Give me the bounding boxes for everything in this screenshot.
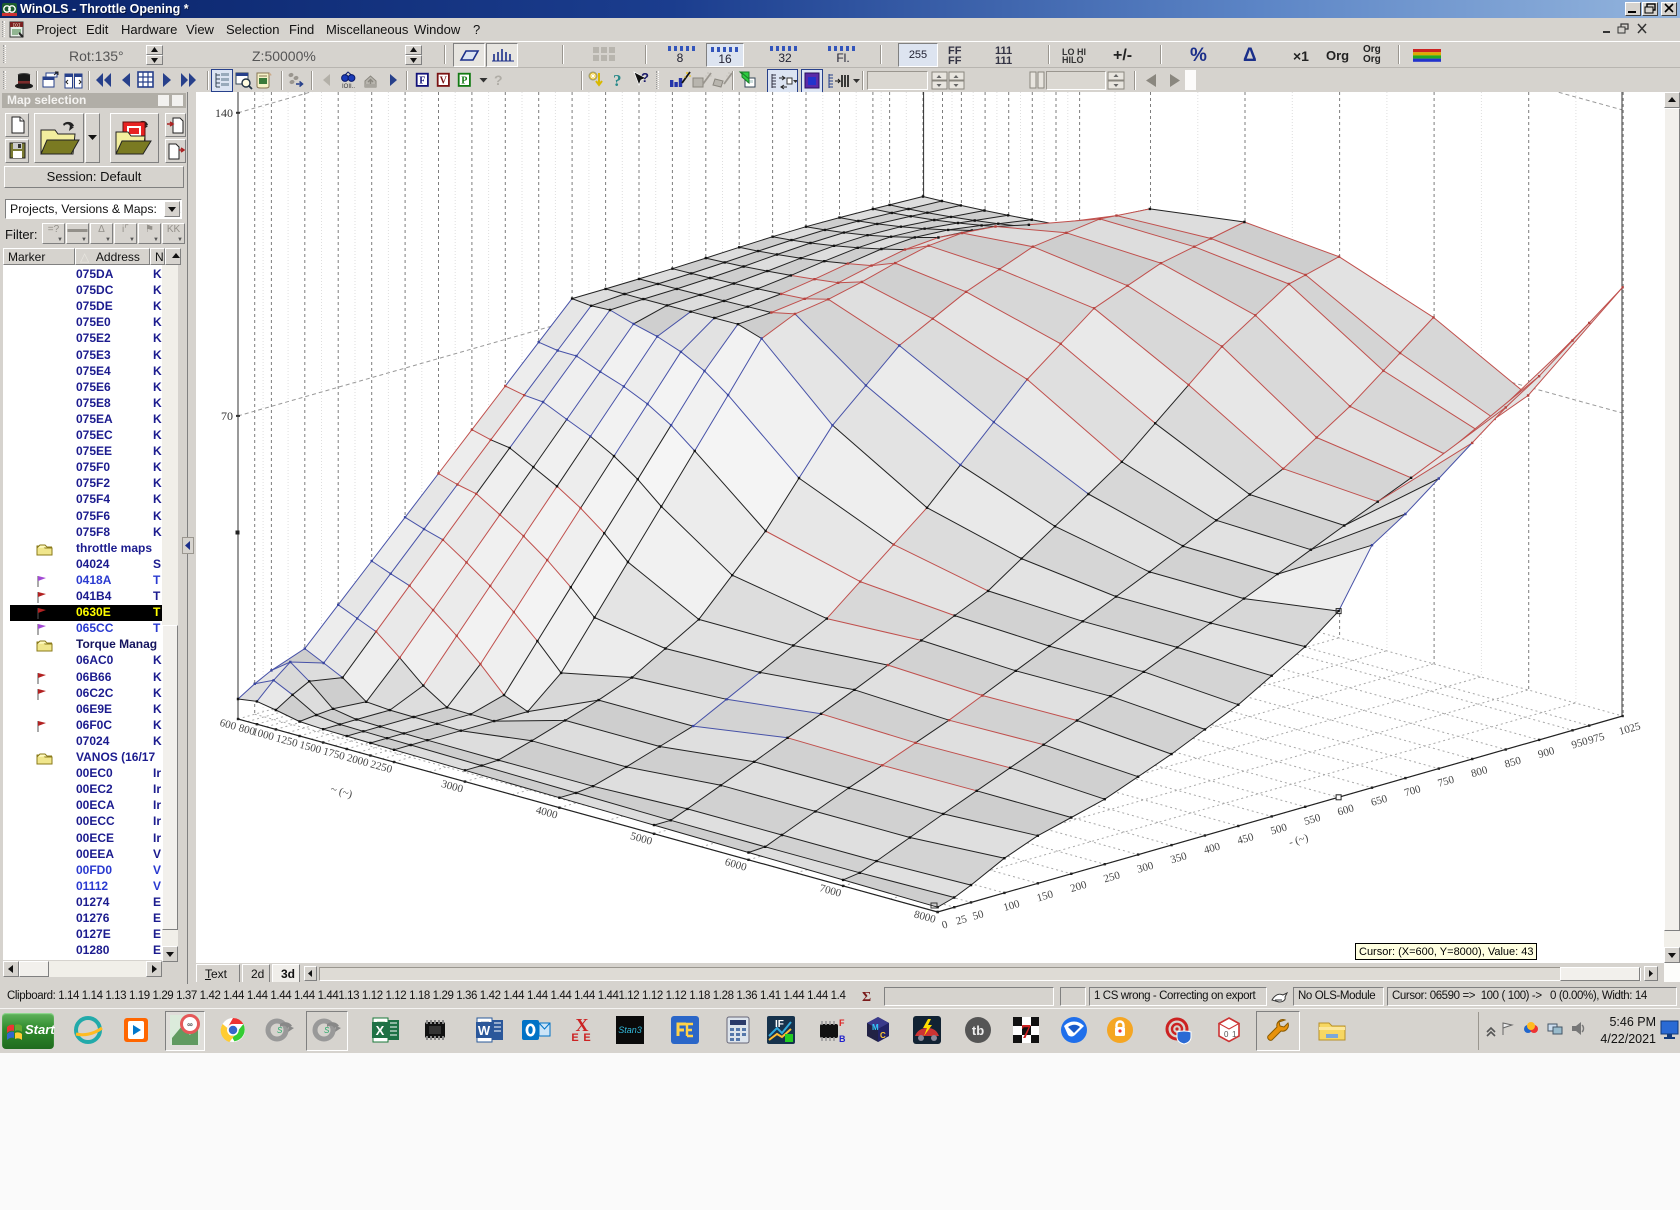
svg-text:140: 140 (215, 106, 233, 120)
svg-text:?: ? (641, 70, 649, 85)
svg-text:F: F (839, 1018, 845, 1028)
svg-text:V: V (440, 76, 448, 87)
svg-text:E: E (571, 1032, 578, 1044)
svg-text:IOII..: IOII.. (342, 84, 355, 90)
svg-text:70: 70 (221, 409, 233, 423)
svg-text:0: 0 (1224, 1030, 1229, 1039)
svg-text:C: C (880, 1031, 886, 1040)
svg-text:7: 7 (1021, 1021, 1031, 1043)
svg-text:1: 1 (1232, 1030, 1237, 1039)
svg-text:Stan3: Stan3 (618, 1025, 642, 1035)
svg-text:Σ: Σ (862, 990, 871, 1004)
svg-text:W: W (478, 1023, 491, 1038)
svg-text:E: E (583, 1032, 590, 1044)
svg-text:F: F (419, 76, 425, 87)
svg-text:X: X (376, 1023, 385, 1038)
svg-text:?: ? (613, 71, 622, 90)
svg-text:IF: IF (775, 1019, 784, 1030)
svg-text:S: S (277, 1026, 283, 1035)
svg-text:B: B (839, 1034, 846, 1044)
svg-text:tb: tb (972, 1023, 984, 1038)
svg-text:P: P (461, 76, 467, 87)
svg-text:IOI: IOI (12, 23, 20, 29)
svg-text:M: M (872, 1023, 879, 1032)
